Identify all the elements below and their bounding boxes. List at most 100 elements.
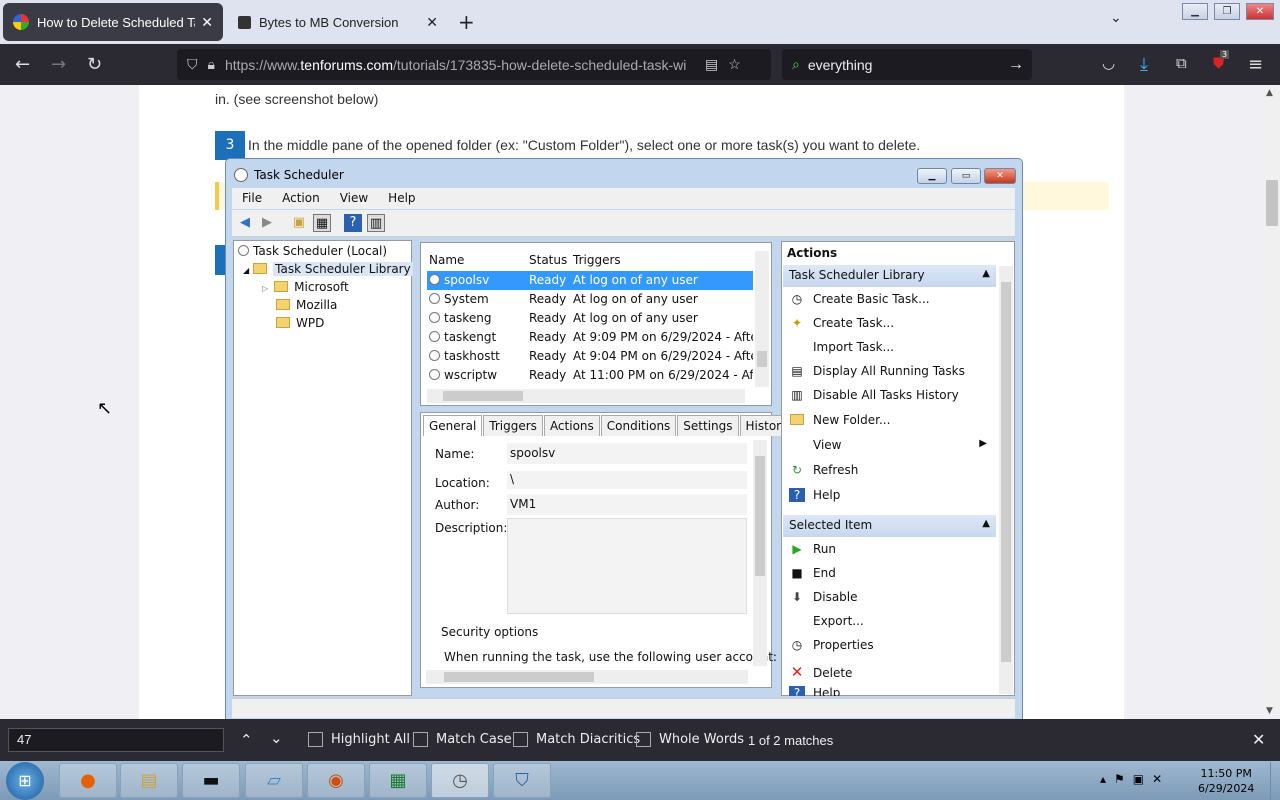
action-disable[interactable]: ⬇ Disable (789, 590, 858, 604)
menu-file[interactable]: File (232, 188, 272, 209)
scrollbar-thumb[interactable] (755, 456, 765, 576)
tab-general[interactable]: General (423, 415, 483, 436)
detail-vertical-scrollbar[interactable] (753, 440, 767, 666)
scrollbar-thumb[interactable] (444, 672, 594, 682)
ts-close-button[interactable]: ✕ (984, 168, 1016, 184)
back-arrow-icon[interactable]: ◀ (236, 214, 254, 232)
taskbar-notepad-icon[interactable]: ▱ (245, 763, 303, 798)
tree-folder-microsoft[interactable]: ▷ Microsoft (262, 280, 349, 294)
whole-words-checkbox[interactable]: Whole Words (636, 732, 744, 747)
forward-arrow-icon[interactable]: ▶ (258, 214, 276, 232)
find-input[interactable]: 47 (8, 728, 224, 752)
scroll-down-icon[interactable]: ▼ (1266, 706, 1273, 716)
scrollbar-thumb[interactable] (757, 351, 767, 367)
table-row[interactable]: wscriptw Ready At 11:00 PM on 6/29/2024 - … (427, 366, 753, 385)
collapse-icon[interactable]: ▲ (982, 268, 990, 279)
tree-folder-wpd[interactable]: WPD (276, 316, 324, 330)
expanded-arrow-icon[interactable]: ◢ (243, 266, 249, 275)
checkbox-box[interactable] (636, 732, 651, 747)
reader-view-icon[interactable]: ▤ (705, 56, 718, 73)
back-icon[interactable]: ← (15, 54, 30, 75)
extensions-icon[interactable]: ⧉ (1176, 54, 1187, 72)
action-create-basic-task[interactable]: ◷ Create Basic Task... (789, 292, 930, 306)
taskbar-app-icon[interactable]: ◉ (307, 763, 365, 798)
taskbar-taskmgr-icon[interactable]: ▦ (369, 763, 427, 798)
horizontal-scrollbar[interactable] (427, 389, 745, 403)
system-tray[interactable]: ▴⚑▣✕ (1100, 772, 1170, 786)
table-row[interactable]: taskengt Ready At 9:09 PM on 6/29/2024 - A… (427, 328, 753, 347)
action-export[interactable]: Export... (789, 614, 864, 628)
browser-close-button[interactable]: ✕ (1246, 3, 1274, 20)
description-field[interactable] (507, 518, 747, 614)
action-disable-history[interactable]: ▥ Disable All Tasks History (789, 388, 958, 402)
action-run[interactable]: ▶ Run (789, 542, 836, 556)
ts-minimize-button[interactable]: ▁ (917, 168, 947, 184)
table-row[interactable]: spoolsv Ready At log on of any user (427, 271, 753, 290)
checkbox-box[interactable] (513, 732, 528, 747)
column-header-name[interactable]: Name (429, 253, 464, 267)
ts-maximize-button[interactable]: ▭ (951, 168, 981, 184)
list-tabs-chevron-icon[interactable]: ⌄ (1110, 10, 1122, 26)
bookmark-star-icon[interactable]: ☆ (728, 56, 741, 73)
browser-minimize-button[interactable]: ▁ (1182, 3, 1208, 20)
actions-scrollbar[interactable] (999, 266, 1013, 694)
action-end[interactable]: ■ End (789, 566, 835, 580)
taskbar-security-shield-icon[interactable]: ⛉ (493, 763, 551, 798)
action-help[interactable]: ? Help (789, 488, 840, 502)
selected-item-header[interactable]: Selected Item ▲ (783, 515, 996, 537)
pocket-icon[interactable]: ◡ (1102, 54, 1115, 72)
tree-root[interactable]: Task Scheduler (Local) (238, 244, 387, 258)
column-header-status[interactable]: Status (529, 253, 567, 267)
collapse-icon[interactable]: ▲ (982, 518, 990, 529)
action-view[interactable]: View ▶ (789, 438, 989, 452)
detail-horizontal-scrollbar[interactable] (426, 670, 748, 684)
action-create-task[interactable]: ✦ Create Task... (789, 316, 894, 330)
match-case-checkbox[interactable]: Match Case (413, 732, 512, 747)
tree-library[interactable]: ◢ Task Scheduler Library (243, 262, 413, 276)
action-display-running[interactable]: ▤ Display All Running Tasks (789, 364, 965, 378)
scrollbar-thumb[interactable] (443, 391, 523, 401)
tab-settings[interactable]: Settings (677, 415, 739, 436)
checkbox-box[interactable] (413, 732, 428, 747)
vertical-scrollbar[interactable] (755, 251, 769, 387)
up-folder-icon[interactable]: ▣ (290, 214, 308, 232)
page-scrollbar-thumb[interactable] (1266, 180, 1278, 226)
name-field[interactable]: spoolsv (507, 443, 747, 464)
show-desktop-button[interactable] (1270, 762, 1280, 800)
new-tab-button[interactable]: + (458, 10, 475, 34)
downloads-icon[interactable]: ⤓ (1140, 54, 1148, 75)
tab-close-icon[interactable]: ✕ (426, 14, 438, 31)
shield-icon[interactable]: ⛉ (187, 56, 198, 73)
tab-triggers[interactable]: Triggers (483, 415, 543, 436)
tab-close-icon[interactable]: ✕ (201, 14, 213, 31)
tab-how-to-delete[interactable]: How to Delete Scheduled Task ✕ (3, 3, 223, 41)
show-hide-action-pane-icon[interactable]: ▥ (367, 214, 385, 232)
tab-bytes-to-mb[interactable]: Bytes to MB Conversion ✕ (228, 3, 448, 41)
menu-help[interactable]: Help (378, 188, 425, 209)
table-row[interactable]: taskeng Ready At log on of any user (427, 309, 753, 328)
action-refresh[interactable]: ↻ Refresh (789, 463, 858, 477)
taskbar-task-scheduler-icon[interactable]: ◷ (431, 763, 489, 798)
highlight-all-checkbox[interactable]: Highlight All (308, 732, 410, 747)
tree-folder-mozilla[interactable]: Mozilla (276, 298, 337, 312)
action-help-selected[interactable]: ? Help (789, 686, 979, 696)
table-row[interactable]: System Ready At log on of any user (427, 290, 753, 309)
scrollbar-thumb[interactable] (1001, 282, 1011, 662)
taskbar-explorer-icon[interactable]: ▤ (120, 763, 178, 798)
search-bar[interactable]: ⌕ everything → (782, 49, 1032, 80)
action-new-folder[interactable]: New Folder... (789, 413, 890, 427)
find-next-icon[interactable]: ⌄ (270, 729, 283, 747)
action-delete[interactable]: ✕ Delete (789, 663, 853, 681)
search-go-icon[interactable]: → (1008, 56, 1024, 74)
help-icon[interactable]: ? (344, 214, 362, 232)
menu-action[interactable]: Action (272, 188, 330, 209)
tab-conditions[interactable]: Conditions (600, 415, 677, 436)
library-actions-header[interactable]: Task Scheduler Library ▲ (783, 265, 996, 287)
menu-view[interactable]: View (330, 188, 378, 209)
scroll-up-icon[interactable]: ▲ (1266, 88, 1273, 98)
table-row[interactable]: taskhostt Ready At 9:04 PM on 6/29/2024 - … (427, 347, 753, 366)
browser-restore-button[interactable]: ❐ (1214, 3, 1240, 20)
column-header-triggers[interactable]: Triggers (573, 253, 621, 267)
find-close-icon[interactable]: ✕ (1252, 730, 1265, 749)
menu-icon[interactable]: ≡ (1248, 54, 1263, 75)
